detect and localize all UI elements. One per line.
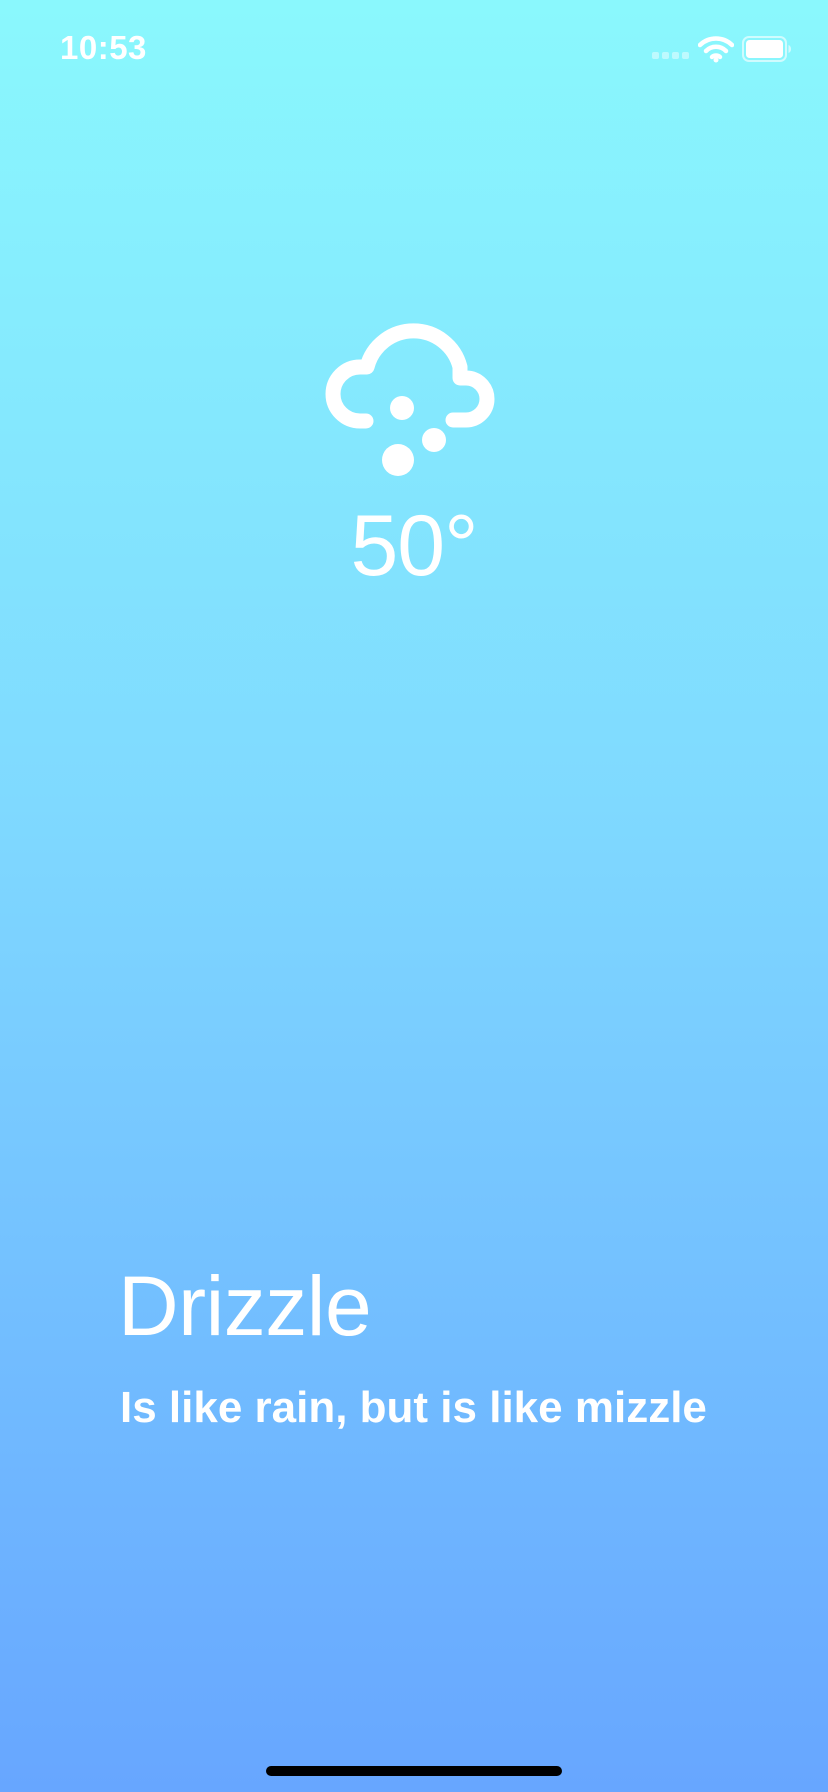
weather-screen: 10:53 50° Drizzle Is like rain, but is l…	[0, 0, 828, 1792]
condition-title: Drizzle	[118, 1259, 372, 1353]
battery-icon	[742, 36, 791, 62]
temperature: 50°	[350, 498, 478, 594]
cloud-drizzle-icon	[325, 323, 495, 476]
signal-icon	[652, 52, 690, 62]
status-time: 10:53	[60, 29, 147, 66]
wifi-icon	[698, 36, 734, 63]
condition-description: Is like rain, but is like mizzle	[120, 1383, 707, 1432]
status-bar: 10:53	[0, 0, 828, 100]
home-indicator[interactable]	[266, 1766, 562, 1776]
